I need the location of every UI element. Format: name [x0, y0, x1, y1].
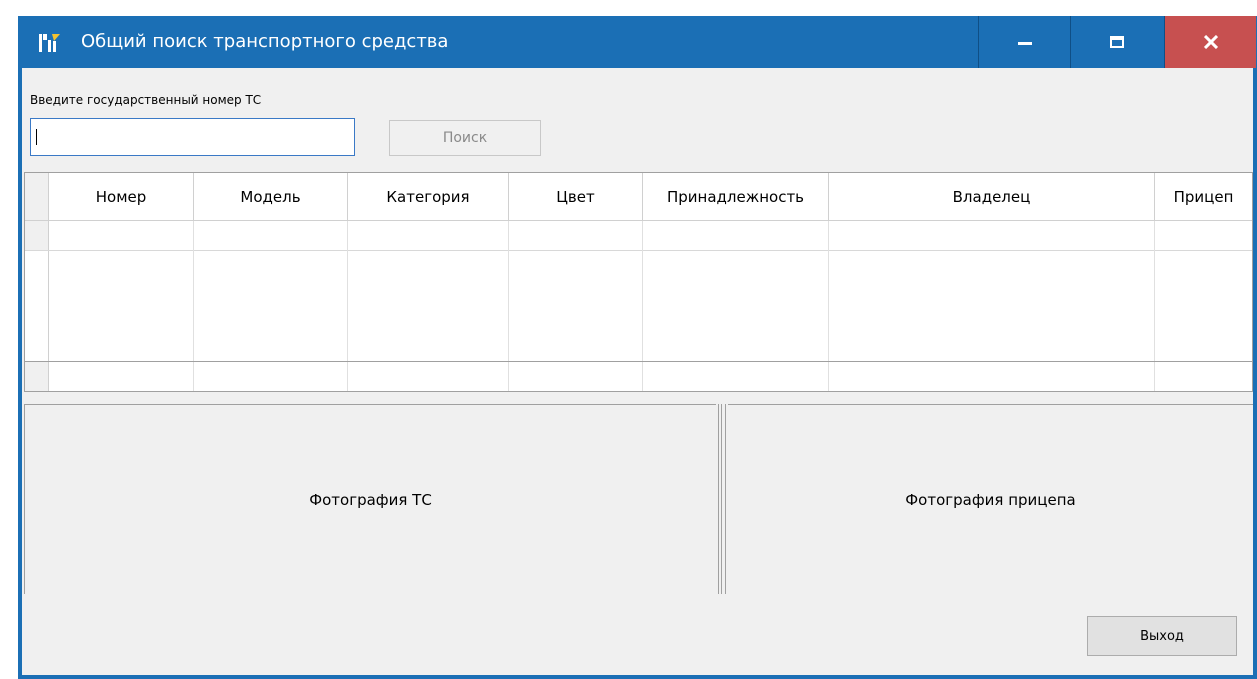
column-divider	[1154, 362, 1155, 391]
column-header-owner[interactable]: Владелец	[829, 173, 1155, 220]
header-row-selector[interactable]	[25, 173, 49, 220]
column-divider	[193, 221, 194, 361]
plate-number-input[interactable]	[30, 118, 355, 156]
column-header-trailer[interactable]: Прицеп	[1155, 173, 1252, 220]
column-divider	[828, 362, 829, 391]
minimize-icon	[1017, 42, 1032, 45]
trailer-photo-label: Фотография прицепа	[905, 490, 1076, 509]
empty-area-selector	[25, 251, 49, 361]
vehicle-photo-panel: Фотография ТС	[24, 404, 716, 594]
column-divider	[642, 362, 643, 391]
column-header-category[interactable]: Категория	[348, 173, 509, 220]
app-logo-icon	[39, 34, 60, 52]
table-header: Номер Модель Категория Цвет Принадлежнос…	[25, 173, 1252, 221]
column-divider	[642, 221, 643, 361]
title-bar[interactable]: Общий поиск транспортного средства	[18, 16, 1257, 68]
search-button[interactable]: Поиск	[389, 120, 541, 156]
exit-button[interactable]: Выход	[1087, 616, 1237, 656]
close-icon	[1203, 35, 1218, 49]
column-header-model[interactable]: Модель	[194, 173, 348, 220]
column-divider	[193, 362, 194, 391]
column-divider	[347, 362, 348, 391]
column-divider	[828, 221, 829, 361]
text-caret	[36, 129, 37, 145]
column-header-ownership[interactable]: Принадлежность	[643, 173, 829, 220]
trailer-photo-panel: Фотография прицепа	[728, 404, 1253, 594]
minimize-button[interactable]	[978, 16, 1070, 68]
close-button[interactable]	[1164, 16, 1256, 68]
main-window: Общий поиск транспортного средства Введи…	[18, 16, 1257, 679]
vehicle-photo-label: Фотография ТС	[309, 490, 432, 509]
maximize-button[interactable]	[1070, 16, 1162, 68]
window-title: Общий поиск транспортного средства	[81, 31, 449, 52]
table-row[interactable]	[25, 221, 1252, 251]
client-area: Введите государственный номер ТС Поиск Н…	[22, 68, 1253, 675]
plate-number-label: Введите государственный номер ТС	[30, 93, 262, 107]
column-header-color[interactable]: Цвет	[509, 173, 643, 220]
column-divider	[1154, 221, 1155, 361]
column-divider	[508, 362, 509, 391]
column-divider	[508, 221, 509, 361]
vehicle-results-table[interactable]: Номер Модель Категория Цвет Принадлежнос…	[24, 172, 1253, 392]
maximize-icon	[1109, 36, 1124, 48]
column-header-number[interactable]: Номер	[49, 173, 194, 220]
table-summary-row	[25, 361, 1252, 391]
summary-row-selector	[25, 362, 49, 391]
photo-splitter[interactable]	[718, 404, 726, 594]
column-divider	[347, 221, 348, 361]
